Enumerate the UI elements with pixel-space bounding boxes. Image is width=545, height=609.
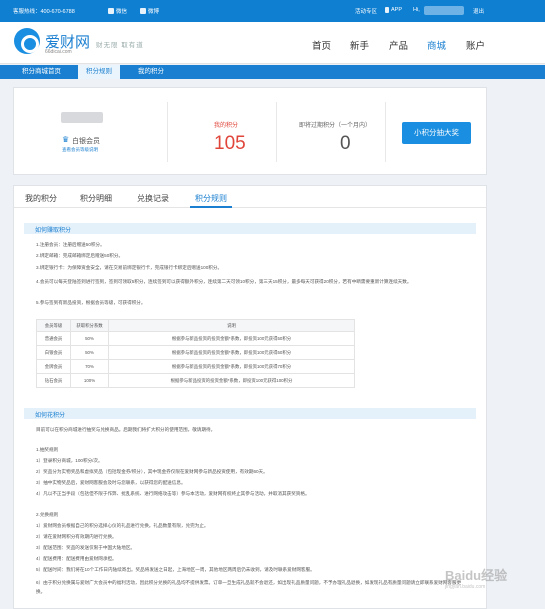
points-tabs: 我的积分 积分明细 兑换记录 积分规则 <box>14 186 486 208</box>
draw-rule: 4）凡以不正当手段（包括但不限于作弊、扰乱系统、进行网络攻击等）参与本活动，爱财… <box>36 491 310 496</box>
greeting: Hi, <box>413 7 420 13</box>
table-cell: 根据参与新品投资的投资金额*系数，即投资100元获得50积分 <box>108 345 355 360</box>
top-bar: 客服热线：400-670-6788 微信 微博 活动专区 APP Hi, 退出 <box>0 0 545 22</box>
tab-exchange-records[interactable]: 兑换记录 <box>137 193 169 204</box>
nav-account[interactable]: 账户 <box>466 38 485 52</box>
wechat-icon <box>108 8 114 14</box>
table-cell: 白银会员 <box>36 345 71 360</box>
exchange-rule: 1）爱财网会员根据自己的积分选择心仪的礼品进行兑换。礼品数量有限，兑完为止。 <box>36 523 209 528</box>
earn-rule: 5.参与签到有新品投资，根据会员等级，可获得积分。 <box>36 300 146 305</box>
member-level-table: 会员等级 获取积分系数 说明 普通会员 50% 根据参与新品投资的投资金额*系数… <box>36 319 355 388</box>
exchange-rule: 3）配送范围：奖品的发送仅限于中国大陆地区。 <box>36 545 136 550</box>
table-cell: 50% <box>70 331 109 346</box>
exchange-rule: 2）请在爱财网积分有效期内进行兑换。 <box>36 534 117 539</box>
my-points-label: 我的积分 <box>214 123 239 129</box>
active-tab-indicator <box>190 206 232 208</box>
section-header-earn: 如何赚取积分 <box>24 223 476 234</box>
earn-rule: 4.会员可以每天登陆签到进行签到，签到可领取5积分，连续签到可以获得额外积分，连… <box>36 279 412 284</box>
wechat-link[interactable]: 微信 <box>108 7 127 15</box>
weibo-link[interactable]: 微博 <box>140 7 159 15</box>
earn-rule: 1.注册会员：注册后赠送50积分。 <box>36 242 105 247</box>
weibo-icon <box>140 8 146 14</box>
phone-icon <box>385 7 389 13</box>
crown-icon: ♛ <box>62 135 70 144</box>
logo-icon[interactable] <box>14 28 40 54</box>
table-header: 获取积分系数 <box>70 319 109 332</box>
expiring-points-label: 即将过期积分（一个月内） <box>299 123 372 129</box>
section-header-spend: 如何花积分 <box>24 408 476 419</box>
lucky-draw-button[interactable]: 小积分抽大奖 <box>402 122 471 144</box>
mall-subnav: 积分商城首页 积分规则 我的积分 <box>0 65 545 79</box>
activity-link[interactable]: 活动专区 <box>355 7 377 15</box>
table-row: 白银会员 50% 根据参与新品投资的投资金额*系数，即投资100元获得50积分 <box>36 345 355 360</box>
baidu-watermark: Baidu经验 jingyan.baidu.com <box>445 568 508 590</box>
tab-points-rules[interactable]: 积分规则 <box>195 193 227 204</box>
subnav-points-rules[interactable]: 积分规则 <box>78 65 120 79</box>
points-summary-card: ♛ 白银会员 查看会员等级说明 我的积分 105 即将过期积分（一个月内） 0 … <box>13 87 487 175</box>
exchange-rule: 5）配送时间：我们将在10个工作日内陆续寄出。奖品将发送之日起，上海地区一周，其… <box>36 567 315 572</box>
my-points-value: 105 <box>214 133 246 154</box>
draw-rules-title: 1.抽奖规则 <box>36 447 59 452</box>
table-header: 会员等级 <box>36 319 71 332</box>
subnav-mall-home[interactable]: 积分商城首页 <box>14 65 69 79</box>
nav-mall[interactable]: 商城 <box>427 38 446 52</box>
member-level: 白银会员 <box>72 138 100 145</box>
table-cell: 根据参与新品投资的投资金额*系数，即投资100元获得100积分 <box>108 373 355 388</box>
table-cell: 金牌会员 <box>36 359 71 374</box>
logout-link[interactable]: 退出 <box>473 7 484 15</box>
tab-points-detail[interactable]: 积分明细 <box>80 193 112 204</box>
table-cell: 根据参与新品投资的投资金额*系数，即投资100元获得70积分 <box>108 359 355 374</box>
draw-rule: 1）登录积分商城，100积分/次。 <box>36 458 103 463</box>
exchange-rules-title: 2.兑换规则 <box>36 512 59 517</box>
exchange-rule: 6）由于积分兑换属与爱财广大会员中的福利活动，因此积分兑换的礼品均不提供发票。订… <box>36 580 462 594</box>
earn-rule: 2.绑定邮箱：完成邮箱绑定后赠送50积分。 <box>36 253 124 258</box>
member-level-link[interactable]: 查看会员等级说明 <box>62 147 98 153</box>
table-cell: 普通会员 <box>36 331 71 346</box>
username-blurred <box>424 6 464 15</box>
table-header-row: 会员等级 获取积分系数 说明 <box>36 319 355 332</box>
spend-intro: 目前可以在积分商城进行抽奖与兑换商品。后期我们将扩大积分的使用范围，敬请期待。 <box>36 427 216 432</box>
points-panel: 我的积分 积分明细 兑换记录 积分规则 如何赚取积分 1.注册会员：注册后赠送5… <box>13 185 487 609</box>
table-cell: 根据参与新品投资的投资金额*系数，即投资100元获得50积分 <box>108 331 355 346</box>
nav-newbie[interactable]: 新手 <box>350 38 369 52</box>
site-header: 爱财网 66dicai.com 财无限 取有道 首页 新手 产品 商城 账户 <box>0 22 545 64</box>
table-cell: 100% <box>70 373 109 388</box>
table-row: 金牌会员 70% 根据参与新品投资的投资金额*系数，即投资100元获得70积分 <box>36 359 355 374</box>
table-header: 说明 <box>108 319 355 332</box>
table-cell: 钻石会员 <box>36 373 71 388</box>
draw-rule: 3）抽中实物奖品后，爱财网客服会及时与您联系，以获得您的配送信息。 <box>36 480 186 485</box>
hotline-text: 客服热线：400-670-6788 <box>13 9 75 15</box>
nav-home[interactable]: 首页 <box>312 38 331 52</box>
slogan: 财无限 取有道 <box>96 42 144 49</box>
logo-subtext: 66dicai.com <box>45 49 72 55</box>
earn-rule: 3.绑定银行卡：为保障资金安全，请在交易前绑定银行卡，完成银行卡绑定后赠送100… <box>36 265 223 270</box>
divider <box>385 102 386 162</box>
expiring-points-value: 0 <box>340 133 351 154</box>
divider <box>276 102 277 162</box>
tab-my-points[interactable]: 我的积分 <box>25 193 57 204</box>
draw-rule: 2）奖品分为实物奖品和虚拟奖品（包括现金券/积分），其中现金券仅限在爱财网参与新… <box>36 469 268 474</box>
exchange-rule: 4）配送费用：配送费用由爱财网承担。 <box>36 556 117 561</box>
app-link[interactable]: APP <box>385 7 402 13</box>
table-row: 普通会员 50% 根据参与新品投资的投资金额*系数，即投资100元获得50积分 <box>36 331 355 346</box>
table-cell: 70% <box>70 359 109 374</box>
username-blurred <box>61 112 103 123</box>
divider <box>167 102 168 162</box>
nav-products[interactable]: 产品 <box>389 38 408 52</box>
table-cell: 50% <box>70 345 109 360</box>
table-row: 钻石会员 100% 根据参与新品投资的投资金额*系数，即投资100元获得100积… <box>36 373 355 388</box>
subnav-my-points[interactable]: 我的积分 <box>130 65 172 79</box>
